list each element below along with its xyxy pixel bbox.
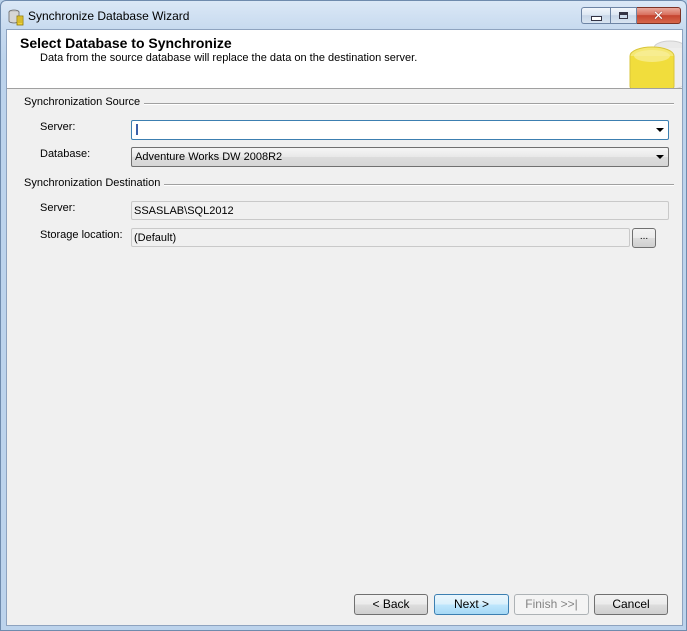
source-server-combobox[interactable]: [131, 120, 669, 140]
database-wizard-icon: [8, 9, 24, 26]
text-caret: [136, 124, 138, 135]
browse-storage-button[interactable]: ...: [632, 228, 656, 248]
page-subtitle: Data from the source database will repla…: [40, 52, 418, 64]
destination-group-label: Synchronization Destination: [24, 177, 165, 189]
destination-server-value: SSASLAB\SQL2012: [134, 205, 234, 217]
wizard-client-area: Select Database to Synchronize Data from…: [6, 29, 683, 626]
title-bar[interactable]: Synchronize Database Wizard ✕: [1, 1, 686, 31]
chevron-down-icon[interactable]: [656, 155, 664, 159]
source-server-label: Server:: [40, 121, 76, 133]
source-group-label: Synchronization Source: [24, 96, 145, 108]
window-title: Synchronize Database Wizard: [28, 9, 190, 23]
back-button[interactable]: < Back: [354, 594, 428, 615]
storage-location-value: (Default): [134, 232, 177, 244]
caption-buttons: ✕: [581, 7, 681, 24]
maximize-button[interactable]: [610, 7, 637, 24]
destination-server-field: SSASLAB\SQL2012: [131, 201, 669, 220]
wizard-header: Select Database to Synchronize Data from…: [7, 30, 682, 89]
minimize-icon: [590, 16, 602, 21]
next-button[interactable]: Next >: [434, 594, 509, 615]
destination-server-label: Server:: [40, 202, 76, 214]
close-icon: ✕: [653, 8, 664, 23]
close-button[interactable]: ✕: [637, 7, 681, 24]
source-database-label: Database:: [40, 148, 91, 160]
storage-location-label: Storage location:: [40, 229, 123, 241]
page-title: Select Database to Synchronize: [20, 35, 232, 51]
maximize-icon: [619, 12, 628, 19]
cancel-button[interactable]: Cancel: [594, 594, 668, 615]
wizard-window: Synchronize Database Wizard ✕ Select Dat…: [0, 0, 687, 631]
source-database-value: Adventure Works DW 2008R2: [135, 151, 283, 163]
finish-button[interactable]: Finish >>|: [514, 594, 589, 615]
database-icon: [629, 40, 682, 88]
chevron-down-icon[interactable]: [656, 128, 664, 132]
storage-location-field: (Default): [131, 228, 630, 247]
source-database-combobox[interactable]: Adventure Works DW 2008R2: [131, 147, 669, 167]
minimize-button[interactable]: [581, 7, 610, 24]
